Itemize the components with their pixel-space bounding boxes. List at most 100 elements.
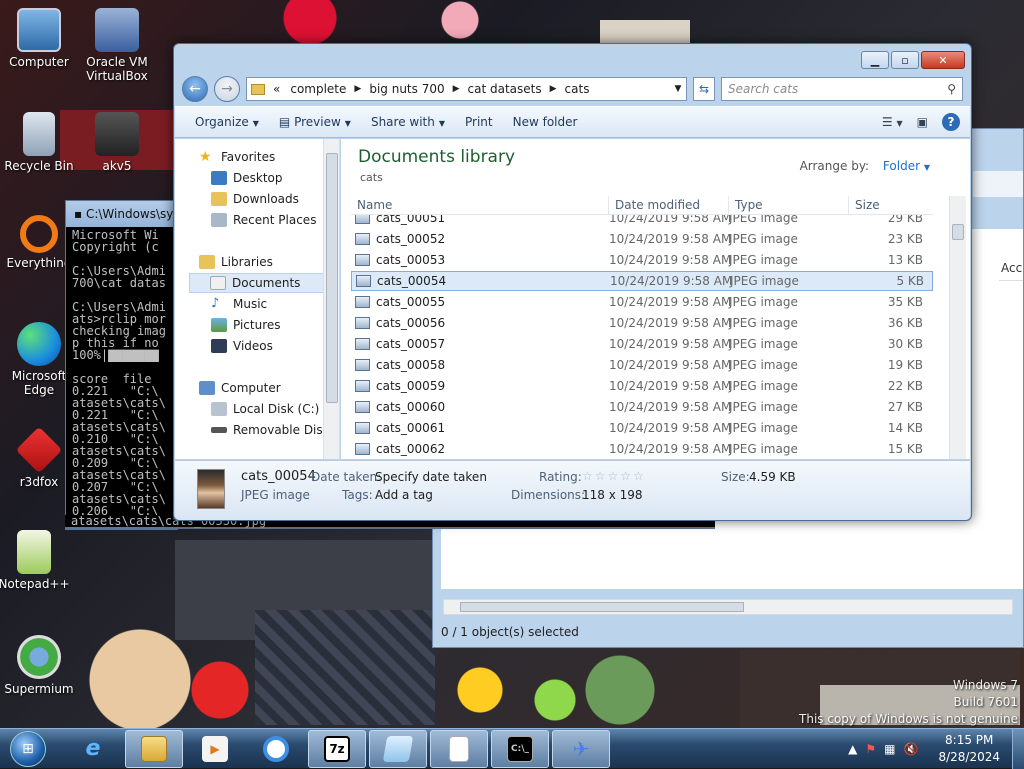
back-button[interactable]: ←	[182, 76, 208, 102]
action-center-icon[interactable]: ⚑	[865, 742, 876, 756]
chevron-right-icon[interactable]: ▶	[354, 84, 361, 94]
taskbar-7zip[interactable]: 7z	[308, 729, 366, 768]
file-size-cell: 22 KB	[887, 379, 923, 393]
table-row[interactable]: cats_00053 10/24/2019 9:58 AM JPEG image 13…	[351, 250, 933, 270]
table-row[interactable]: cats_00055 10/24/2019 9:58 AM JPEG image 35…	[351, 292, 933, 312]
star-outline-icon[interactable]: ☆	[620, 469, 633, 483]
star-outline-icon[interactable]: ☆	[595, 469, 608, 483]
nav-videos[interactable]: Videos	[211, 336, 339, 356]
nav-local-disk[interactable]: Local Disk (C:)	[211, 399, 339, 419]
table-row[interactable]: cats_00057 10/24/2019 9:58 AM JPEG image 30…	[351, 334, 933, 354]
navigation-scrollbar[interactable]	[323, 139, 339, 459]
column-header-name[interactable]: Name	[351, 196, 609, 214]
column-header-size[interactable]: Size	[849, 196, 933, 214]
preview-pane-button[interactable]: ▣	[917, 115, 928, 129]
date-taken-value[interactable]: Specify date taken	[375, 470, 487, 484]
column-header-type[interactable]: Type	[729, 196, 849, 214]
taskbar-app[interactable]: ✈	[552, 729, 610, 768]
column-header-date[interactable]: Date modified	[609, 196, 729, 214]
desktop-icon-virtualbox[interactable]: Oracle VM VirtualBox	[79, 8, 155, 83]
horizontal-scrollbar[interactable]	[443, 599, 1013, 615]
close-button[interactable]: ✕	[921, 51, 965, 69]
table-row[interactable]: cats_00060 10/24/2019 9:58 AM JPEG image 27…	[351, 397, 933, 417]
tags-value[interactable]: Add a tag	[375, 488, 433, 502]
taskbar-notepad[interactable]	[369, 729, 427, 768]
nav-removable-disk[interactable]: Removable Disk (	[211, 420, 339, 440]
star-outline-icon[interactable]: ☆	[608, 469, 621, 483]
chevron-right-icon[interactable]: ▶	[550, 84, 557, 94]
view-options-button[interactable]: ☰ ▼	[882, 115, 903, 129]
help-button[interactable]: ?	[942, 113, 960, 131]
nav-recent-places[interactable]: Recent Places	[211, 210, 339, 230]
nav-libraries[interactable]: Libraries	[199, 252, 339, 272]
desktop-icon-supermium[interactable]: Supermium	[2, 635, 76, 696]
notepadpp-icon	[17, 530, 51, 574]
file-type-cell: JPEG image	[729, 215, 798, 225]
taskbar-media-player[interactable]: ▶	[186, 730, 244, 768]
maximize-button[interactable]: ▫	[891, 51, 919, 69]
file-size-cell: 35 KB	[887, 295, 923, 309]
table-row[interactable]: cats_00062 10/24/2019 9:58 AM JPEG image 15…	[351, 439, 933, 459]
taskbar-browser[interactable]	[247, 730, 305, 768]
organize-button[interactable]: Organize ▼	[187, 111, 267, 133]
chevron-down-icon[interactable]: ▼	[670, 84, 686, 94]
table-row[interactable]: cats_00056 10/24/2019 9:58 AM JPEG image 36…	[351, 313, 933, 333]
refresh-button[interactable]: ⇆	[693, 77, 715, 101]
start-button[interactable]: ⊞	[6, 729, 50, 769]
arrange-by-dropdown[interactable]: Folder ▼	[883, 159, 930, 173]
show-desktop-button[interactable]	[1012, 728, 1024, 769]
nav-computer[interactable]: Computer	[199, 378, 339, 398]
breadcrumb-big-nuts[interactable]: big nuts 700	[367, 82, 446, 96]
console-window[interactable]: ▪ C:\Windows\sy Microsoft Wi Copyright (c…	[65, 200, 178, 530]
table-row[interactable]: cats_00061 10/24/2019 9:58 AM JPEG image 14…	[351, 418, 933, 438]
desktop-icon-computer[interactable]: Computer	[2, 8, 76, 69]
print-button[interactable]: Print	[457, 111, 501, 133]
search-input[interactable]: Search cats ⚲	[721, 77, 963, 101]
network-icon[interactable]: ▦	[884, 742, 895, 756]
nav-downloads[interactable]: Downloads	[211, 189, 339, 209]
nav-favorites[interactable]: ★ Favorites	[199, 147, 339, 167]
table-row[interactable]: cats_00058 10/24/2019 9:58 AM JPEG image 19…	[351, 355, 933, 375]
share-with-button[interactable]: Share with ▼	[363, 111, 453, 133]
nav-documents[interactable]: Documents	[189, 273, 335, 293]
taskbar-explorer[interactable]	[125, 729, 183, 768]
jpeg-file-icon	[355, 254, 370, 266]
table-row[interactable]: cats_00052 10/24/2019 9:58 AM JPEG image 23…	[351, 229, 933, 249]
volume-muted-icon[interactable]: 🔇	[904, 742, 919, 756]
preview-button[interactable]: ▤ Preview ▼	[271, 111, 359, 133]
table-row[interactable]: cats_00054 10/24/2019 9:58 AM JPEG image 5 …	[351, 271, 933, 291]
file-list-scrollbar[interactable]	[949, 196, 966, 459]
new-folder-button[interactable]: New folder	[505, 111, 586, 133]
scrollbar-thumb[interactable]	[326, 153, 338, 403]
star-outline-icon[interactable]: ☆	[582, 469, 595, 483]
windows-watermark: Windows 7 Build 7601 This copy of Window…	[799, 678, 1018, 726]
table-row[interactable]: cats_00051 10/24/2019 9:58 AM JPEG image 29…	[351, 215, 933, 228]
forward-button[interactable]: →	[214, 76, 240, 102]
star-outline-icon[interactable]: ☆	[633, 469, 646, 483]
details-view-icon: ☰	[881, 115, 893, 129]
desktop-icon-recycle-bin[interactable]: Recycle Bin	[2, 112, 76, 173]
desktop-icon-notepadpp[interactable]: Notepad++	[0, 530, 72, 591]
scrollbar-thumb[interactable]	[460, 602, 744, 612]
address-bar[interactable]: « complete ▶ big nuts 700 ▶ cat datasets…	[246, 77, 687, 101]
nav-pictures[interactable]: Pictures	[211, 315, 339, 335]
desktop-icon-akv5[interactable]: akv5	[80, 112, 154, 173]
table-row[interactable]: cats_00059 10/24/2019 9:58 AM JPEG image 22…	[351, 376, 933, 396]
breadcrumb-cat-datasets[interactable]: cat datasets	[466, 82, 544, 96]
file-list-pane: Documents library cats Arrange by: Folde…	[341, 139, 970, 459]
taskbar-command-prompt[interactable]: C:\_	[491, 729, 549, 768]
scrollbar-thumb[interactable]	[952, 224, 964, 240]
breadcrumb-complete[interactable]: complete	[288, 82, 348, 96]
chevron-right-icon[interactable]: ▶	[453, 84, 460, 94]
rating-stars[interactable]: ☆☆☆☆☆	[582, 469, 646, 483]
taskbar-internet-explorer[interactable]: e	[64, 730, 122, 768]
clock[interactable]: 8:15 PM 8/28/2024	[938, 732, 1000, 766]
show-hidden-icons-button[interactable]: ▲	[848, 742, 857, 756]
breadcrumb-cats[interactable]: cats	[563, 82, 592, 96]
nav-music[interactable]: ♪ Music	[211, 294, 339, 314]
explorer-window[interactable]: ▁ ▫ ✕ ← → « complete ▶ big nuts 700 ▶ ca…	[173, 43, 972, 521]
breadcrumb-overflow[interactable]: «	[271, 82, 282, 96]
nav-desktop[interactable]: Desktop	[211, 168, 339, 188]
taskbar-document[interactable]	[430, 729, 488, 768]
minimize-button[interactable]: ▁	[861, 51, 889, 69]
